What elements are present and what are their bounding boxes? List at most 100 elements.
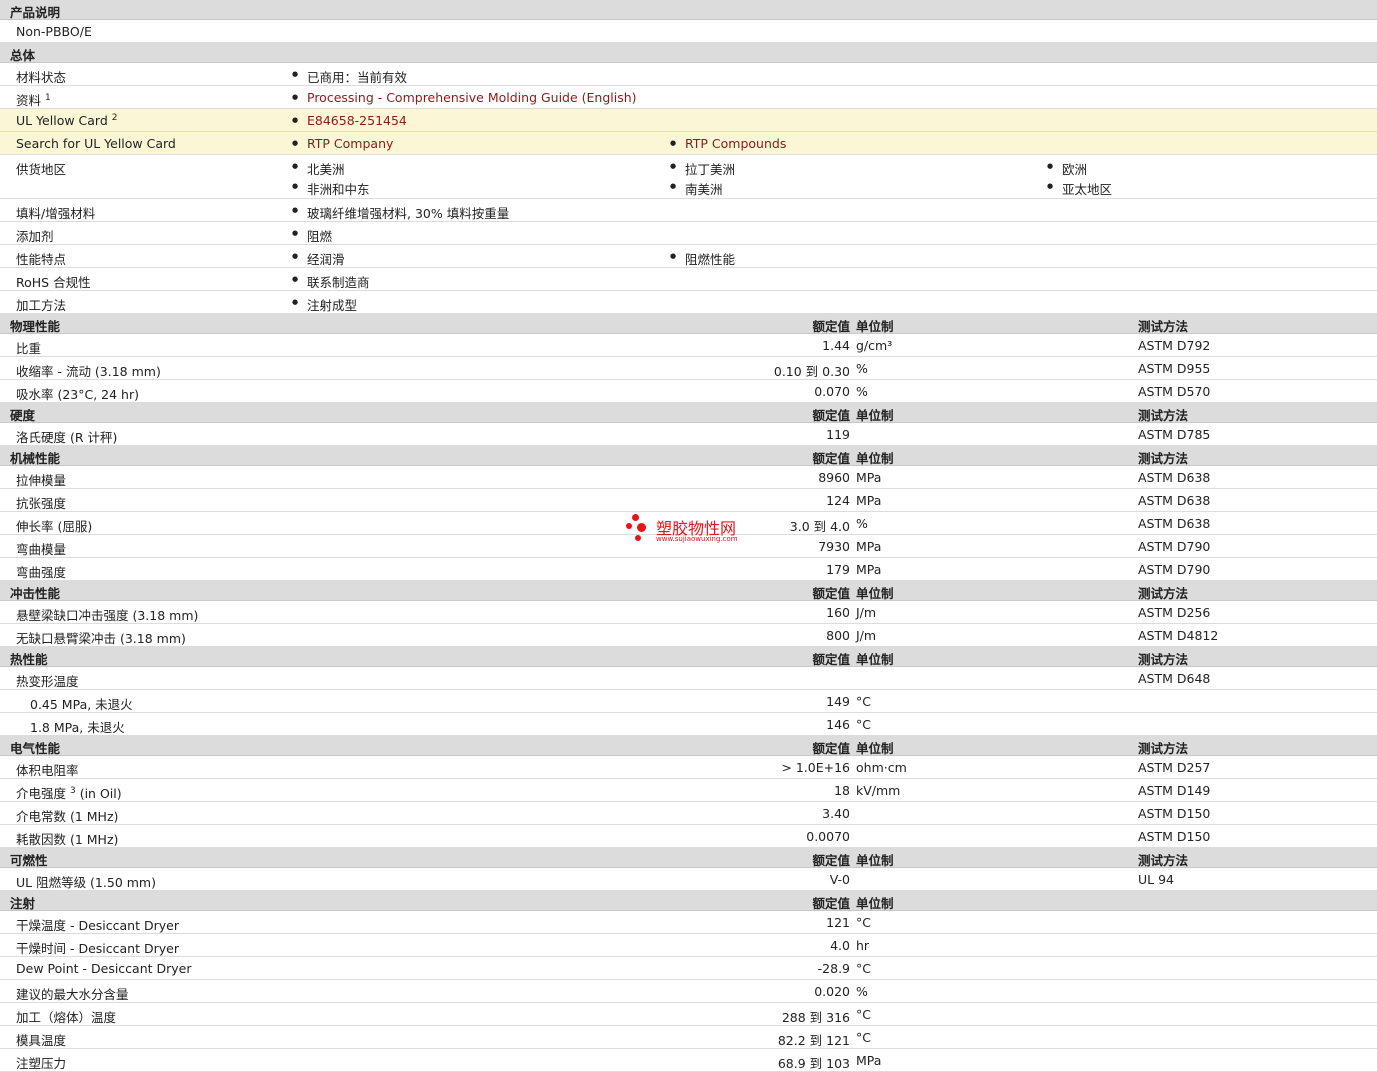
property-test: ASTM D4812 — [1138, 628, 1219, 643]
property-value: 4.0 — [830, 938, 850, 953]
col-header-value: 额定值 — [812, 896, 850, 911]
section-title: 产品说明 — [10, 5, 61, 20]
row-label: 供货地区 — [16, 162, 67, 177]
col-header-value: 额定值 — [812, 408, 850, 423]
property-row: 吸水率 (23°C, 24 hr) 0.070 % ASTM D570 — [0, 380, 1377, 403]
bullet-value: 玻璃纤维增强材料, 30% 填料按重量 — [292, 203, 509, 222]
footnote: 2 — [111, 113, 118, 123]
property-unit: MPa — [856, 493, 882, 508]
col-header-unit: 单位制 — [856, 408, 894, 423]
property-value: 68.9 到 103 — [777, 1056, 850, 1071]
property-label: 模具温度 — [16, 1033, 67, 1048]
section-header-injection: 注射 额定值 单位制 — [0, 891, 1377, 911]
property-value: 146 — [826, 717, 850, 732]
property-unit: MPa — [856, 470, 882, 485]
property-test: UL 94 — [1138, 872, 1174, 887]
property-test: ASTM D790 — [1138, 562, 1211, 577]
property-unit: J/m — [856, 605, 877, 620]
section-title: 总体 — [10, 48, 36, 63]
property-row: 介电常数 (1 MHz) 3.40 ASTM D150 — [0, 802, 1377, 825]
region-item: 南美洲 — [670, 179, 722, 198]
row-label: 材料状态 — [16, 70, 67, 85]
property-row: 介电强度 3 (in Oil) 18 kV/mm ASTM D149 — [0, 779, 1377, 802]
section-title: 热性能 — [10, 652, 48, 667]
label-text: 资料 — [16, 93, 42, 108]
property-label: 伸长率 (屈服) — [16, 519, 93, 534]
section-title: 电气性能 — [10, 741, 61, 756]
property-value: 119 — [826, 427, 850, 442]
property-test: ASTM D256 — [1138, 605, 1211, 620]
property-unit: MPa — [856, 539, 882, 554]
row-filler: 填料/增强材料 玻璃纤维增强材料, 30% 填料按重量 — [0, 199, 1377, 222]
col-header-test: 测试方法 — [1138, 652, 1189, 667]
region-item: 北美洲 — [292, 159, 344, 178]
property-unit: °C — [856, 915, 871, 930]
property-unit: J/m — [856, 628, 877, 643]
section-header-flammability: 可燃性 额定值 单位制 测试方法 — [0, 848, 1377, 868]
property-test: ASTM D257 — [1138, 760, 1211, 775]
property-unit: °C — [856, 961, 871, 976]
section-header-thermal: 热性能 额定值 单位制 测试方法 — [0, 647, 1377, 667]
property-value: 1.44 — [822, 338, 850, 353]
bullet-value: 注射成型 — [292, 295, 357, 314]
property-label: 悬壁梁缺口冲击强度 (3.18 mm) — [16, 608, 199, 623]
property-row: Dew Point - Desiccant Dryer -28.9 °C — [0, 957, 1377, 980]
property-label: 介电强度 3 (in Oil) — [16, 783, 122, 802]
property-test: ASTM D790 — [1138, 539, 1211, 554]
property-test: ASTM D149 — [1138, 783, 1211, 798]
row-supply-regions: 供货地区 北美洲 拉丁美洲 欧洲 非洲和中东 南美洲 亚太地区 — [0, 155, 1377, 199]
property-row: 干燥温度 - Desiccant Dryer 121 °C — [0, 911, 1377, 934]
property-test: ASTM D785 — [1138, 427, 1211, 442]
col-header-value: 额定值 — [812, 586, 850, 601]
col-header-test: 测试方法 — [1138, 741, 1189, 756]
row-docs: 资料 1 Processing - Comprehensive Molding … — [0, 86, 1377, 109]
property-label: 0.45 MPa, 未退火 — [30, 697, 133, 712]
property-label: 1.8 MPa, 未退火 — [30, 720, 125, 735]
row-ul-search: Search for UL Yellow Card RTP Company RT… — [0, 132, 1377, 155]
col-header-test: 测试方法 — [1138, 408, 1189, 423]
section-title: 冲击性能 — [10, 586, 61, 601]
property-label: Dew Point - Desiccant Dryer — [16, 961, 192, 976]
property-test: ASTM D638 — [1138, 470, 1211, 485]
property-value: 160 — [826, 605, 850, 620]
property-row: 注塑压力 68.9 到 103 MPa — [0, 1049, 1377, 1072]
property-label: 热变形温度 — [16, 674, 79, 689]
bullet-value: 阻燃性能 — [670, 249, 735, 268]
region-item: 亚太地区 — [1047, 179, 1112, 198]
property-label: 洛氏硬度 (R 计秤) — [16, 430, 118, 445]
property-unit: °C — [856, 1007, 871, 1022]
property-row: 弯曲强度 179 MPa ASTM D790 — [0, 558, 1377, 581]
property-unit: °C — [856, 717, 871, 732]
property-label: 拉伸模量 — [16, 473, 67, 488]
property-test: ASTM D570 — [1138, 384, 1211, 399]
row-material-status: 材料状态 已商用：当前有效 — [0, 63, 1377, 86]
section-title: 机械性能 — [10, 451, 61, 466]
property-label: 收缩率 - 流动 (3.18 mm) — [16, 364, 161, 379]
docs-link[interactable]: Processing - Comprehensive Molding Guide… — [292, 90, 637, 105]
rtp-company-link[interactable]: RTP Company — [292, 136, 393, 151]
col-header-test: 测试方法 — [1138, 586, 1189, 601]
label-text: UL Yellow Card — [16, 113, 108, 129]
property-row: 伸长率 (屈服) 3.0 到 4.0 % ASTM D638 — [0, 512, 1377, 535]
row-rohs: RoHS 合规性 联系制造商 — [0, 268, 1377, 291]
row-label: UL Yellow Card 2 — [16, 113, 118, 128]
property-row: 弯曲模量 7930 MPa ASTM D790 — [0, 535, 1377, 558]
property-test: ASTM D150 — [1138, 829, 1211, 844]
property-label: 加工（熔体）温度 — [16, 1010, 117, 1025]
col-header-unit: 单位制 — [856, 586, 894, 601]
section-header-general: 总体 — [0, 43, 1377, 63]
property-test: ASTM D792 — [1138, 338, 1211, 353]
rtp-compounds-link[interactable]: RTP Compounds — [670, 136, 786, 151]
property-row: 干燥时间 - Desiccant Dryer 4.0 hr — [0, 934, 1377, 957]
bullet-value: 经润滑 — [292, 249, 344, 268]
property-row: 收缩率 - 流动 (3.18 mm) 0.10 到 0.30 % ASTM D9… — [0, 357, 1377, 380]
section-title: 物理性能 — [10, 319, 61, 334]
ul-card-link[interactable]: E84658-251454 — [292, 113, 407, 128]
property-value: 179 — [826, 562, 850, 577]
property-label: 建议的最大水分含量 — [16, 987, 129, 1002]
col-header-value: 额定值 — [812, 853, 850, 868]
property-unit: °C — [856, 694, 871, 709]
row-label: 加工方法 — [16, 298, 67, 313]
row-process-method: 加工方法 注射成型 — [0, 291, 1377, 314]
property-label: 比重 — [16, 341, 42, 356]
